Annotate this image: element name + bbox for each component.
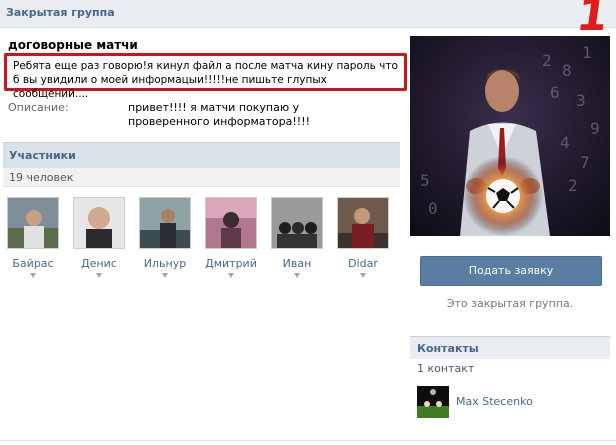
contact-name[interactable]: Max Stecenko (456, 395, 533, 408)
contact-item[interactable]: Max Stecenko (417, 386, 607, 418)
contacts-title[interactable]: Контакты (417, 342, 479, 355)
svg-text:4: 4 (560, 133, 570, 152)
group-cover-image[interactable]: 281 639 472 50 (410, 36, 610, 236)
member-card[interactable]: Ильнур (138, 197, 192, 278)
page-divider (0, 440, 616, 441)
member-avatar[interactable] (7, 197, 59, 249)
member-avatar[interactable] (139, 197, 191, 249)
members-title[interactable]: Участники (9, 149, 76, 162)
member-card[interactable]: Иван (270, 197, 324, 278)
svg-text:5: 5 (420, 171, 430, 190)
description-text: привет!!!! я матчи покупаю у проверенног… (128, 101, 311, 128)
member-name[interactable]: Байрас (6, 257, 60, 270)
member-name[interactable]: Дмитрий (204, 257, 258, 270)
member-avatar[interactable] (337, 197, 389, 249)
group-status-text: Ребята еще раз говорю!я кинул файл а пос… (13, 60, 398, 100)
group-type-bar: Закрытая группа (0, 0, 616, 28)
chevron-down-icon (360, 273, 366, 278)
svg-text:8: 8 (562, 61, 572, 80)
member-avatar[interactable] (271, 197, 323, 249)
svg-text:1: 1 (582, 43, 592, 62)
annotation-number: 1 (573, 0, 612, 41)
chevron-down-icon (228, 273, 234, 278)
svg-text:3: 3 (576, 91, 586, 110)
chevron-down-icon (162, 273, 168, 278)
member-name[interactable]: Иван (270, 257, 324, 270)
svg-text:6: 6 (550, 83, 560, 102)
svg-text:2: 2 (568, 176, 578, 195)
member-card[interactable]: Денис (72, 197, 126, 278)
members-count: 19 человек (9, 171, 74, 184)
contacts-count: 1 контакт (417, 362, 475, 375)
group-type-title: Закрытая группа (6, 6, 115, 19)
member-avatar[interactable] (205, 197, 257, 249)
members-header[interactable]: Участники (3, 142, 400, 168)
svg-text:7: 7 (580, 153, 590, 172)
member-name[interactable]: Ильнур (138, 257, 192, 270)
chevron-down-icon (294, 273, 300, 278)
svg-text:9: 9 (590, 119, 600, 138)
member-name[interactable]: Didar (336, 257, 390, 270)
group-name: договорные матчи (8, 38, 138, 52)
description-label: Описание: (8, 101, 69, 114)
member-card[interactable]: Дмитрий (204, 197, 258, 278)
join-request-button[interactable]: Подать заявку (420, 256, 602, 286)
member-card[interactable]: Байрас (6, 197, 60, 278)
chevron-down-icon (96, 273, 102, 278)
svg-text:2: 2 (542, 51, 552, 70)
member-card[interactable]: Didar (336, 197, 390, 278)
svg-text:0: 0 (428, 199, 438, 218)
member-avatar[interactable] (73, 197, 125, 249)
chevron-down-icon (30, 273, 36, 278)
group-status-highlight: Ребята еще раз говорю!я кинул файл а пос… (4, 53, 407, 100)
members-count-bar: 19 человек (3, 168, 400, 187)
contacts-header[interactable]: Контакты (410, 336, 610, 359)
closed-group-note: Это закрытая группа. (446, 297, 574, 310)
contact-avatar[interactable] (417, 386, 449, 418)
member-name[interactable]: Денис (72, 257, 126, 270)
